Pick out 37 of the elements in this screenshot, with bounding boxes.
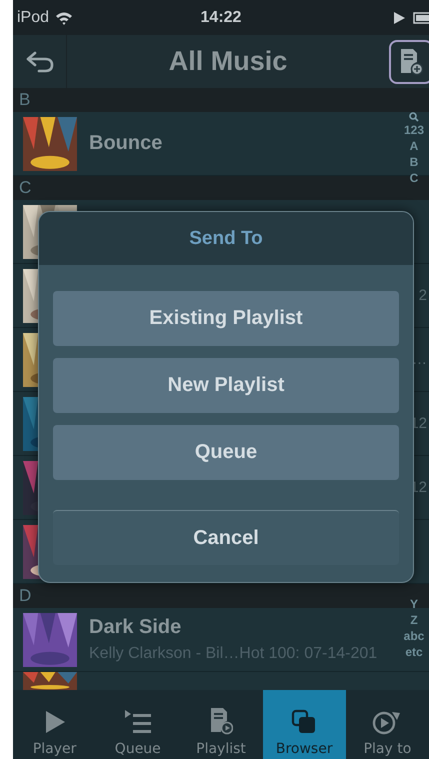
index-letter[interactable]: Z — [410, 612, 418, 628]
clock: 14:22 — [200, 8, 242, 26]
option-button[interactable]: New Playlist — [53, 358, 399, 413]
index-letter[interactable]: 123 — [404, 122, 424, 138]
option-button[interactable]: Queue — [53, 425, 399, 480]
play-status-icon — [394, 12, 405, 24]
play-circle-arrow-icon — [372, 709, 402, 735]
tab[interactable]: Play to — [346, 690, 429, 759]
overlapping-squares-icon — [291, 709, 318, 735]
carrier-label: iPod — [17, 8, 50, 26]
tab[interactable]: Playlist — [179, 690, 263, 759]
search-icon[interactable] — [409, 112, 419, 122]
song-title: Dark Side — [89, 616, 182, 639]
section-letter: C — [19, 178, 32, 198]
row-detail: 2 — [418, 287, 427, 304]
option-button[interactable]: Existing Playlist — [53, 291, 399, 346]
back-arrow-icon — [24, 50, 54, 74]
document-plus-icon — [399, 48, 423, 76]
document-play-icon — [209, 707, 233, 735]
cancel-button[interactable]: Cancel — [53, 510, 399, 565]
section-letter: D — [19, 586, 32, 606]
wifi-icon — [55, 10, 74, 24]
tab[interactable]: Player — [13, 690, 96, 759]
index-letter[interactable]: abc — [404, 628, 424, 644]
page-title: All Music — [168, 46, 288, 77]
section-letter: B — [19, 90, 30, 110]
index-letter[interactable]: A — [410, 138, 418, 154]
song-row[interactable] — [13, 672, 429, 690]
row-detail: … — [412, 351, 427, 368]
tab[interactable]: Queue — [96, 690, 180, 759]
tab[interactable]: Browser — [262, 690, 346, 759]
song-title: Bounce — [89, 132, 162, 155]
index-letter[interactable]: etc — [405, 644, 423, 660]
list-icon — [124, 709, 152, 735]
add-to-playlist-button[interactable] — [389, 40, 429, 84]
dialog-title: Send To — [189, 228, 263, 250]
index-letter[interactable]: B — [410, 154, 418, 170]
